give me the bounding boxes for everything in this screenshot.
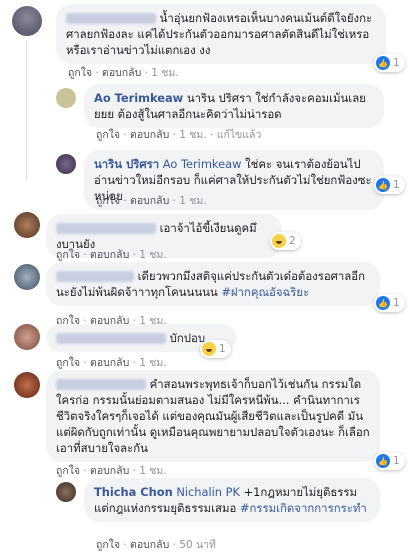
- like-reaction-icon: 👍: [376, 454, 390, 468]
- comment-actions: ถูกใจ · ตอบกลับ · 1 ชม.: [68, 67, 179, 79]
- reply-link[interactable]: ตอบกลับ: [90, 249, 129, 261]
- comment-1: น้ำอุ่นยกฟ้องเหรอเห็นบางคนเม้นต์ดีใจยังก…: [0, 0, 418, 80]
- avatar[interactable]: [14, 372, 40, 398]
- avatar[interactable]: [56, 482, 76, 502]
- commenter-name[interactable]: [56, 333, 166, 344]
- like-reaction-icon: 👍: [376, 296, 390, 310]
- edited-label[interactable]: แก้ไขแล้ว: [217, 129, 262, 141]
- thread-line: [26, 40, 27, 180]
- comment-bubble: Thicha Chon Nichalin PK +1กฎหมายไม่ยุติธ…: [84, 478, 380, 522]
- mention-link[interactable]: Ao Terimkeaw: [163, 157, 242, 171]
- avatar[interactable]: [14, 264, 40, 290]
- reply-link[interactable]: ตอบกลับ: [130, 129, 169, 141]
- like-reaction-icon: 👍: [376, 56, 390, 70]
- avatar[interactable]: [14, 324, 40, 350]
- comment-actions: ถูกใจ · ตอบกลับ · 1 ชม.: [96, 195, 207, 207]
- like-link[interactable]: ถูกใจ: [56, 249, 80, 261]
- reply-link[interactable]: ตอบกลับ: [130, 195, 169, 207]
- commenter-name[interactable]: [56, 223, 156, 234]
- timestamp[interactable]: 1 ชม.: [179, 129, 206, 141]
- comment-bubble: คำสอนพระพุทธเจ้าก็บอกไว้เช่นกัน กรรมใดใค…: [46, 370, 380, 462]
- reaction-badge[interactable]: 👍 1: [374, 452, 405, 470]
- comment-text: บักปอบ: [169, 331, 206, 345]
- reaction-badge[interactable]: 1: [200, 340, 231, 358]
- like-link[interactable]: ถูกใจ: [96, 129, 120, 141]
- commenter-name[interactable]: [66, 13, 156, 24]
- timestamp[interactable]: 1 ชม.: [179, 195, 206, 207]
- like-link[interactable]: ถูกใจ: [96, 195, 120, 207]
- commenter-name[interactable]: [56, 379, 146, 390]
- avatar[interactable]: [56, 88, 76, 108]
- comment-actions: ถูกใจ · ตอบกลับ · 1 ชม.: [56, 357, 167, 369]
- mention-link[interactable]: Nichalin PK: [176, 485, 240, 499]
- timestamp[interactable]: 1 ชม.: [139, 465, 166, 477]
- like-reaction-icon: 👍: [376, 178, 390, 192]
- like-link[interactable]: ถูกใจ: [56, 465, 80, 477]
- timestamp[interactable]: 50 นาที: [179, 539, 216, 551]
- commenter-name[interactable]: [56, 271, 134, 282]
- comment-actions: ถูกใจ · ตอบกลับ · 1 ชม. · แก้ไขแล้ว: [96, 129, 262, 141]
- timestamp[interactable]: 1 ชม.: [151, 67, 178, 79]
- reaction-badge[interactable]: 👍 1: [374, 294, 405, 312]
- comment-bubble: Ao Terimkeaw นาริน ปริศรา ใช่กำลังจะคอมเ…: [84, 84, 384, 128]
- haha-reaction-icon: [202, 342, 216, 356]
- comment-bubble: เดียวพวกมึงสติจุแค่ประกันตัวเด๋อต้องรอศา…: [46, 262, 380, 306]
- commenter-name[interactable]: Thicha Chon: [94, 485, 173, 499]
- reply-link[interactable]: ตอบกลับ: [90, 465, 129, 477]
- comment-actions: ถูกใจ · ตอบกลับ · 50 นาที: [96, 539, 216, 551]
- timestamp[interactable]: 1 ชม.: [139, 249, 166, 261]
- commenter-name[interactable]: Ao Terimkeaw: [94, 91, 183, 105]
- like-link[interactable]: ถูกใจ: [96, 539, 120, 551]
- haha-reaction-icon: [272, 234, 286, 248]
- timestamp[interactable]: 1 ชม.: [139, 357, 166, 369]
- commenter-name[interactable]: นาริน ปริศรา: [94, 157, 159, 171]
- comment-bubble: น้ำอุ่นยกฟ้องเหรอเห็นบางคนเม้นต์ดีใจยังก…: [56, 4, 386, 64]
- avatar[interactable]: [14, 212, 40, 238]
- reply-link[interactable]: ตอบกลับ: [130, 539, 169, 551]
- comment-actions: ถูกใจ · ตอบกลับ · 1 ชม.: [56, 465, 167, 477]
- reaction-badge[interactable]: 👍 1: [374, 54, 405, 72]
- comment-actions: ถูกใจ · ตอบกลับ · 1 ชม.: [56, 249, 167, 261]
- like-link[interactable]: ถูกใจ: [56, 357, 80, 369]
- avatar[interactable]: [56, 154, 76, 174]
- reaction-badge[interactable]: 2: [270, 232, 301, 250]
- hashtag-link[interactable]: #ฝากคุณอัจฉริยะ: [221, 285, 309, 299]
- avatar[interactable]: [12, 6, 42, 36]
- reply-link[interactable]: ตอบกลับ: [102, 67, 141, 79]
- reply-link[interactable]: ตอบกลับ: [90, 357, 129, 369]
- reaction-badge[interactable]: 👍 1: [374, 176, 405, 194]
- like-link[interactable]: ถูกใจ: [68, 67, 92, 79]
- hashtag-link[interactable]: #กรรมเกิดจากการกระทำ: [240, 501, 367, 515]
